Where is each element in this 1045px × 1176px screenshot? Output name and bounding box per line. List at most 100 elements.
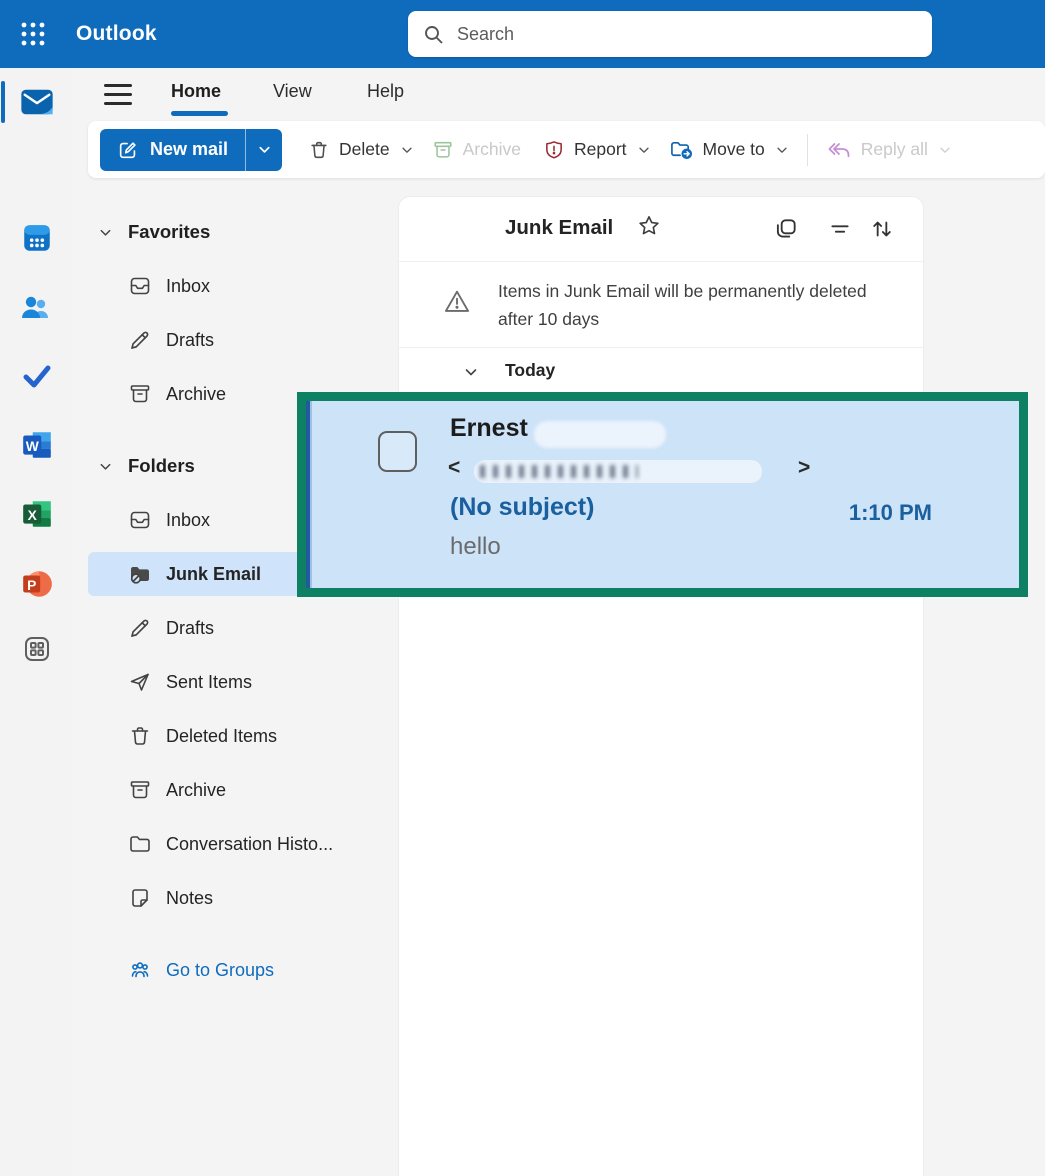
svg-text:W: W	[25, 438, 39, 454]
chevron-down-icon	[257, 142, 272, 157]
trash-icon	[128, 724, 152, 748]
tab-view[interactable]: View	[273, 81, 312, 102]
command-toolbar: New mail Delete Archive Report	[88, 121, 1045, 178]
folders-header-label: Folders	[128, 455, 195, 477]
rail-powerpoint-icon[interactable]: P	[0, 560, 73, 608]
redacted-email-address	[474, 460, 762, 483]
active-tab-indicator	[171, 111, 228, 116]
junk-folder-icon	[128, 562, 152, 586]
reply-all-button[interactable]: Reply all	[826, 139, 952, 161]
folder-title: Junk Email	[505, 216, 613, 240]
warning-triangle-icon	[443, 288, 471, 314]
favorite-star-icon[interactable]	[636, 213, 662, 239]
favorites-header-label: Favorites	[128, 221, 210, 243]
reply-all-icon	[826, 139, 852, 161]
chevron-down-icon	[463, 364, 479, 380]
search-icon	[422, 23, 445, 46]
search-bar[interactable]	[408, 11, 932, 57]
drafts-pencil-icon	[128, 328, 152, 352]
rail-outlook-mail-icon[interactable]	[0, 78, 73, 126]
app-rail: W X P	[0, 68, 73, 1176]
sort-icon[interactable]	[869, 216, 895, 242]
email-sender-name: Ernest	[450, 414, 528, 443]
search-input[interactable]	[455, 23, 918, 46]
report-label: Report	[574, 139, 627, 160]
send-icon	[128, 670, 152, 694]
reply-all-label: Reply all	[861, 139, 928, 160]
sidebar-item-notes[interactable]: Notes	[88, 876, 388, 920]
chevron-down-icon	[98, 225, 113, 240]
email-preview: hello	[450, 533, 501, 561]
new-mail-dropdown[interactable]	[245, 129, 282, 171]
folder-pane: Favorites Inbox Drafts Archive Folders I…	[88, 214, 388, 1024]
chevron-down-icon	[400, 143, 414, 157]
redacted-sender-surname	[534, 421, 666, 448]
warning-text: Items in Junk Email will be permanently …	[498, 277, 890, 333]
group-header-label: Today	[505, 360, 555, 381]
delete-label: Delete	[339, 139, 390, 160]
rail-people-icon[interactable]	[0, 283, 73, 331]
inbox-icon	[128, 508, 152, 532]
rail-word-icon[interactable]: W	[0, 421, 73, 469]
groups-people-icon	[128, 958, 152, 982]
rail-excel-icon[interactable]: X	[0, 490, 73, 538]
svg-text:X: X	[27, 507, 37, 523]
group-header-today[interactable]: Today	[399, 353, 923, 393]
drafts-pencil-icon	[128, 616, 152, 640]
tab-help[interactable]: Help	[367, 81, 404, 102]
sidebar-item-drafts[interactable]: Drafts	[88, 606, 388, 650]
sidebar-item-deleted-items[interactable]: Deleted Items	[88, 714, 388, 758]
note-icon	[128, 886, 152, 910]
delete-button[interactable]: Delete	[308, 139, 414, 161]
archive-box-icon	[128, 382, 152, 406]
app-title: Outlook	[76, 22, 157, 46]
rail-todo-check-icon[interactable]	[0, 352, 73, 400]
junk-retention-warning: Items in Junk Email will be permanently …	[399, 261, 923, 348]
new-mail-split-button[interactable]: New mail	[100, 129, 282, 171]
sidebar-item-conversation-history[interactable]: Conversation Histo...	[88, 822, 388, 866]
trash-icon	[308, 139, 330, 161]
sidebar-item-sent-items[interactable]: Sent Items	[88, 660, 388, 704]
new-mail-button[interactable]: New mail	[100, 129, 245, 171]
email-time: 1:10 PM	[849, 500, 932, 526]
message-list-pane: Junk Email Items in Junk	[398, 196, 924, 1176]
top-app-bar: Outlook	[0, 0, 1045, 68]
annotation-highlight-box: Ernest < > (No subject) 1:10 PM hello	[297, 392, 1028, 597]
chevron-down-icon	[938, 143, 952, 157]
select-all-icon[interactable]	[773, 216, 799, 242]
address-bracket-close: >	[798, 456, 810, 480]
folder-icon	[128, 832, 152, 856]
svg-text:P: P	[27, 577, 36, 593]
email-subject: (No subject)	[450, 493, 594, 522]
rail-apps-grid-icon[interactable]	[0, 625, 73, 673]
tab-home[interactable]: Home	[171, 81, 221, 102]
email-checkbox[interactable]	[378, 431, 417, 472]
move-to-folder-icon	[669, 138, 694, 161]
archive-label: Archive	[463, 139, 521, 160]
sidebar-item-archive[interactable]: Archive	[88, 768, 388, 812]
selection-accent-bar-light	[310, 401, 312, 588]
app-launcher-icon[interactable]	[10, 11, 56, 57]
compose-icon	[117, 139, 139, 161]
report-button[interactable]: Report	[543, 139, 651, 161]
address-bracket-open: <	[448, 456, 460, 480]
filter-icon[interactable]	[827, 216, 853, 242]
favorites-section-header[interactable]: Favorites	[88, 214, 388, 250]
report-shield-icon	[543, 139, 565, 161]
rail-selected-indicator	[1, 81, 5, 123]
sidebar-item-favorites-inbox[interactable]: Inbox	[88, 264, 388, 308]
email-list-item[interactable]: Ernest < > (No subject) 1:10 PM hello	[306, 401, 1019, 588]
hamburger-menu-icon[interactable]	[104, 84, 132, 106]
archive-box-icon	[432, 139, 454, 161]
chevron-down-icon	[637, 143, 651, 157]
message-list-header: Junk Email	[399, 197, 923, 262]
go-to-groups-link[interactable]: Go to Groups	[88, 948, 388, 992]
sidebar-item-favorites-drafts[interactable]: Drafts	[88, 318, 388, 362]
inbox-icon	[128, 274, 152, 298]
move-to-label: Move to	[703, 139, 765, 160]
move-to-button[interactable]: Move to	[669, 138, 789, 161]
chevron-down-icon	[98, 459, 113, 474]
chevron-down-icon	[775, 143, 789, 157]
archive-button[interactable]: Archive	[432, 139, 521, 161]
rail-calendar-icon[interactable]	[0, 214, 73, 262]
